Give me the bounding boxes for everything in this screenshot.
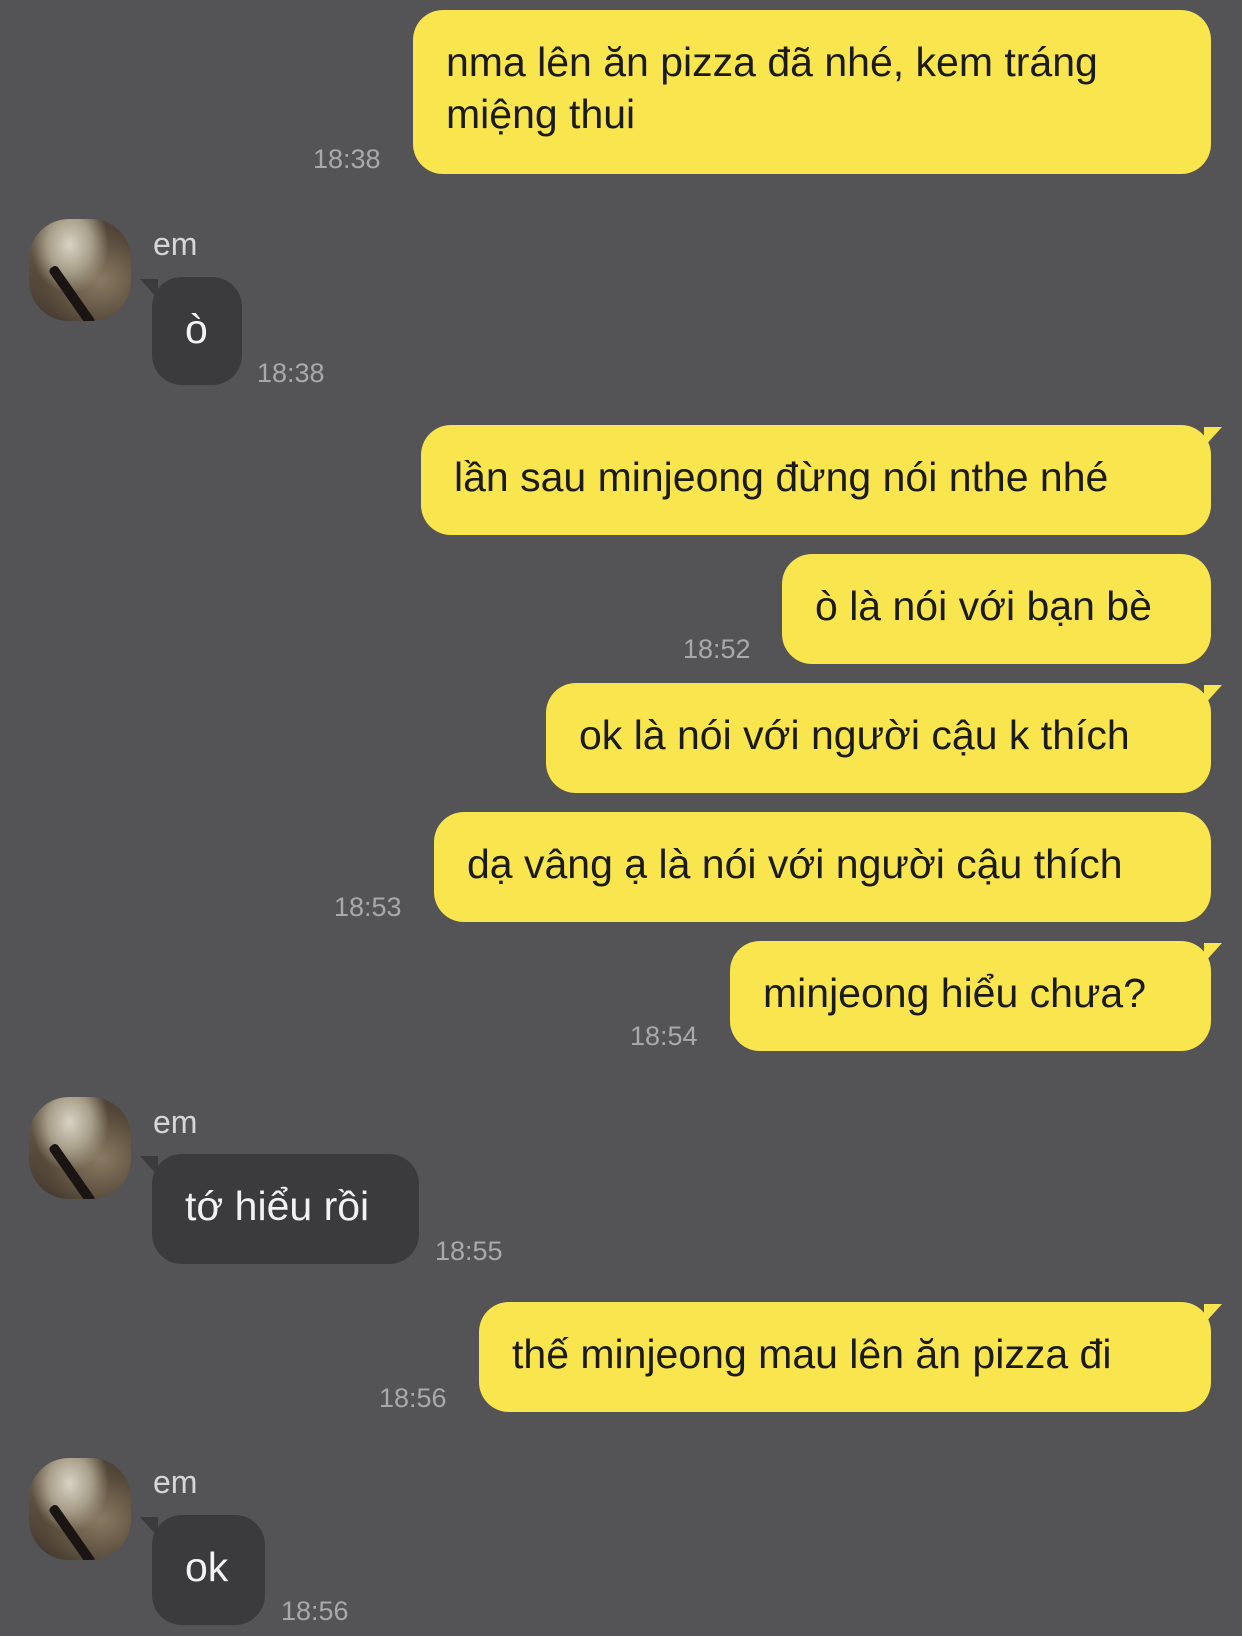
outgoing-message[interactable]: nma lên ăn pizza đã nhé, kem tráng miệng…: [413, 10, 1211, 174]
message-timestamp: 18:55: [435, 1236, 503, 1266]
incoming-message[interactable]: ok: [152, 1515, 265, 1625]
contact-avatar[interactable]: [29, 1097, 131, 1199]
outgoing-message[interactable]: ok là nói với người cậu k thích: [546, 683, 1211, 793]
bubble-tail: [1204, 1304, 1222, 1324]
sender-name: em: [153, 1464, 198, 1500]
message-timestamp: 18:56: [281, 1596, 349, 1626]
contact-avatar[interactable]: [29, 1458, 131, 1560]
outgoing-message[interactable]: ò là nói với bạn bè: [782, 554, 1211, 664]
chat-thread[interactable]: nma lên ăn pizza đã nhé, kem tráng miệng…: [0, 0, 1242, 1636]
outgoing-message[interactable]: minjeong hiểu chưa?: [730, 941, 1211, 1051]
message-timestamp: 18:52: [683, 634, 751, 664]
sender-name: em: [153, 1104, 198, 1140]
contact-avatar[interactable]: [29, 219, 131, 321]
sender-name: em: [153, 226, 198, 262]
bubble-tail: [1204, 427, 1222, 447]
incoming-message[interactable]: ò: [152, 277, 242, 385]
message-timestamp: 18:38: [257, 358, 325, 388]
bubble-tail: [1204, 685, 1222, 705]
message-timestamp: 18:38: [313, 144, 381, 174]
bubble-tail: [1204, 943, 1222, 963]
incoming-message[interactable]: tớ hiểu rồi: [152, 1154, 419, 1264]
message-timestamp: 18:54: [630, 1021, 698, 1051]
message-timestamp: 18:56: [379, 1383, 447, 1413]
outgoing-message[interactable]: thế minjeong mau lên ăn pizza đi: [479, 1302, 1211, 1412]
outgoing-message[interactable]: lần sau minjeong đừng nói nthe nhé: [421, 425, 1211, 535]
message-timestamp: 18:53: [334, 892, 402, 922]
outgoing-message[interactable]: dạ vâng ạ là nói với người cậu thích: [434, 812, 1211, 922]
